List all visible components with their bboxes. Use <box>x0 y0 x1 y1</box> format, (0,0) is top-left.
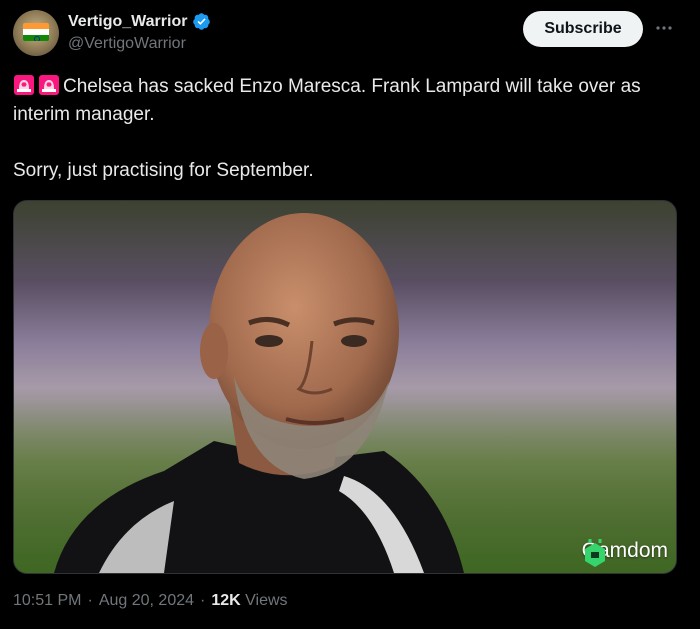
meta-separator: · <box>87 592 93 609</box>
tweet-time[interactable]: 10:51 PM <box>13 592 81 610</box>
tweet-meta: 10:51 PM · Aug 20, 2024 · 12K Views <box>13 592 288 610</box>
subscribe-button[interactable]: Subscribe <box>523 11 643 47</box>
tweet-image[interactable]: Gamdom <box>13 200 677 574</box>
views[interactable]: 12K Views <box>211 592 287 610</box>
meta-separator: · <box>200 592 206 609</box>
india-flag-icon <box>23 23 49 41</box>
rotating-light-icon <box>39 75 59 95</box>
author-name-row[interactable]: Vertigo_Warrior <box>68 12 211 31</box>
verified-badge-icon <box>193 13 211 30</box>
gamdom-watermark: Gamdom <box>582 539 668 567</box>
gamdom-logo-icon <box>584 539 605 567</box>
avatar[interactable] <box>13 10 59 56</box>
more-horizontal-icon[interactable] <box>654 18 674 38</box>
rotating-light-icon <box>14 75 34 95</box>
tweet-line-1-text: Chelsea has sacked Enzo Maresca. Frank L… <box>13 76 641 125</box>
author-name[interactable]: Vertigo_Warrior <box>68 13 187 31</box>
portrait-photo <box>14 213 676 573</box>
tweet-text: Chelsea has sacked Enzo Maresca. Frank L… <box>13 73 683 185</box>
author-handle[interactable]: @VertigoWarrior <box>68 35 186 53</box>
views-count: 12K <box>211 592 241 609</box>
tweet-line-1: Chelsea has sacked Enzo Maresca. Frank L… <box>13 73 683 129</box>
views-label: Views <box>245 592 288 609</box>
tweet-date[interactable]: Aug 20, 2024 <box>99 592 194 610</box>
tweet-line-2: Sorry, just practising for September. <box>13 160 314 181</box>
